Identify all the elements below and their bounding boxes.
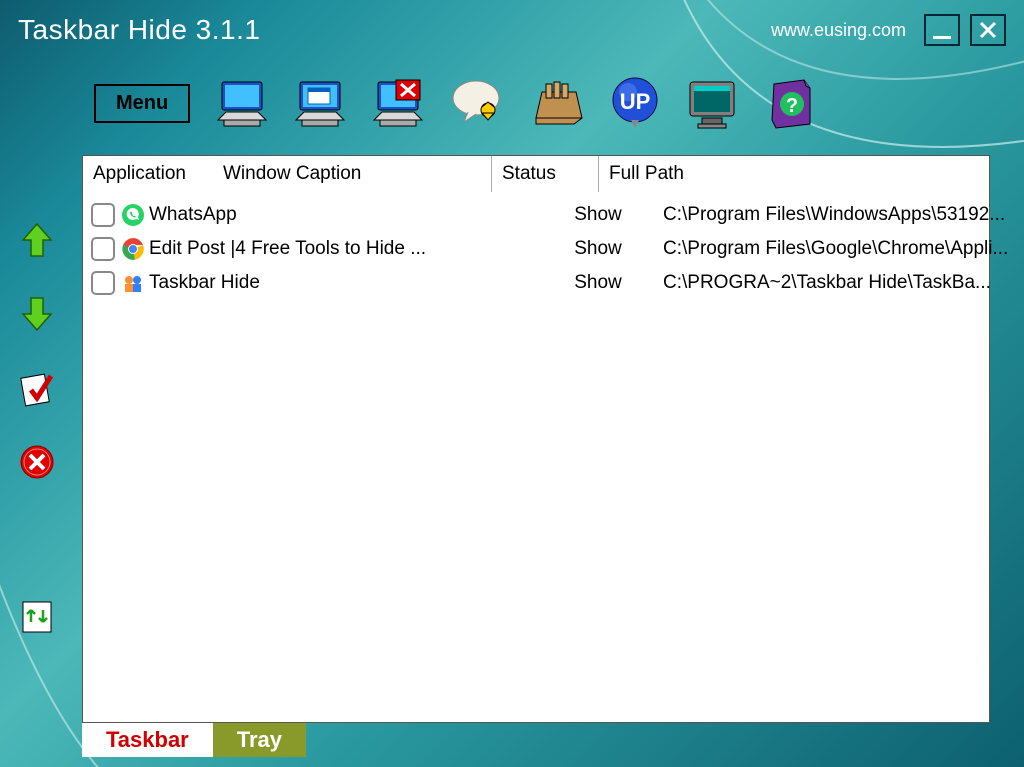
minimize-button[interactable] <box>924 14 960 46</box>
column-application[interactable]: Application <box>83 163 213 185</box>
monitor-icon[interactable] <box>682 72 744 134</box>
list-row[interactable]: Edit Post |4 Free Tools to Hide ...ShowC… <box>83 232 989 266</box>
app-icon <box>121 203 145 227</box>
tab-taskbar[interactable]: Taskbar <box>82 723 213 757</box>
application-list[interactable]: Application Window Caption Status Full P… <box>82 155 990 723</box>
row-checkbox[interactable] <box>91 237 115 261</box>
list-header: Application Window Caption Status Full P… <box>83 156 989 192</box>
svg-text:UP: UP <box>620 89 651 114</box>
row-path: C:\PROGRA~2\Taskbar Hide\TaskBa... <box>651 272 1024 294</box>
row-status: Show <box>545 238 651 260</box>
refresh-button[interactable] <box>17 596 57 636</box>
close-window-icon[interactable] <box>370 72 432 134</box>
row-caption: Edit Post |4 Free Tools to Hide ... <box>149 238 545 260</box>
list-row[interactable]: Taskbar HideShowC:\PROGRA~2\Taskbar Hide… <box>83 266 989 300</box>
show-window-icon[interactable] <box>292 72 354 134</box>
check-button[interactable] <box>17 368 57 408</box>
column-caption[interactable]: Window Caption <box>213 163 491 185</box>
list-row[interactable]: WhatsAppShowC:\Program Files\WindowsApps… <box>83 198 989 232</box>
row-path: C:\Program Files\Google\Chrome\Appli... <box>651 238 1024 260</box>
move-up-button[interactable] <box>17 220 57 260</box>
row-status: Show <box>545 204 651 226</box>
remove-button[interactable] <box>17 442 57 482</box>
help-icon[interactable]: ? <box>760 72 822 134</box>
column-path[interactable]: Full Path <box>599 163 989 185</box>
move-down-button[interactable] <box>17 294 57 334</box>
files-icon[interactable] <box>526 72 588 134</box>
chat-icon[interactable] <box>448 72 510 134</box>
row-status: Show <box>545 272 651 294</box>
svg-text:?: ? <box>786 95 798 117</box>
row-caption: Taskbar Hide <box>149 272 545 294</box>
hide-window-icon[interactable] <box>214 72 276 134</box>
app-icon <box>121 271 145 295</box>
row-checkbox[interactable] <box>91 271 115 295</box>
column-status[interactable]: Status <box>492 163 598 185</box>
row-checkbox[interactable] <box>91 203 115 227</box>
tab-tray[interactable]: Tray <box>213 723 306 757</box>
app-title: Taskbar Hide 3.1.1 <box>18 14 260 46</box>
vendor-url[interactable]: www.eusing.com <box>771 20 906 41</box>
app-icon <box>121 237 145 261</box>
upgrade-icon[interactable]: UP <box>604 72 666 134</box>
row-caption: WhatsApp <box>149 204 545 226</box>
close-button[interactable] <box>970 14 1006 46</box>
menu-button[interactable]: Menu <box>94 84 190 123</box>
row-path: C:\Program Files\WindowsApps\53192... <box>651 204 1024 226</box>
